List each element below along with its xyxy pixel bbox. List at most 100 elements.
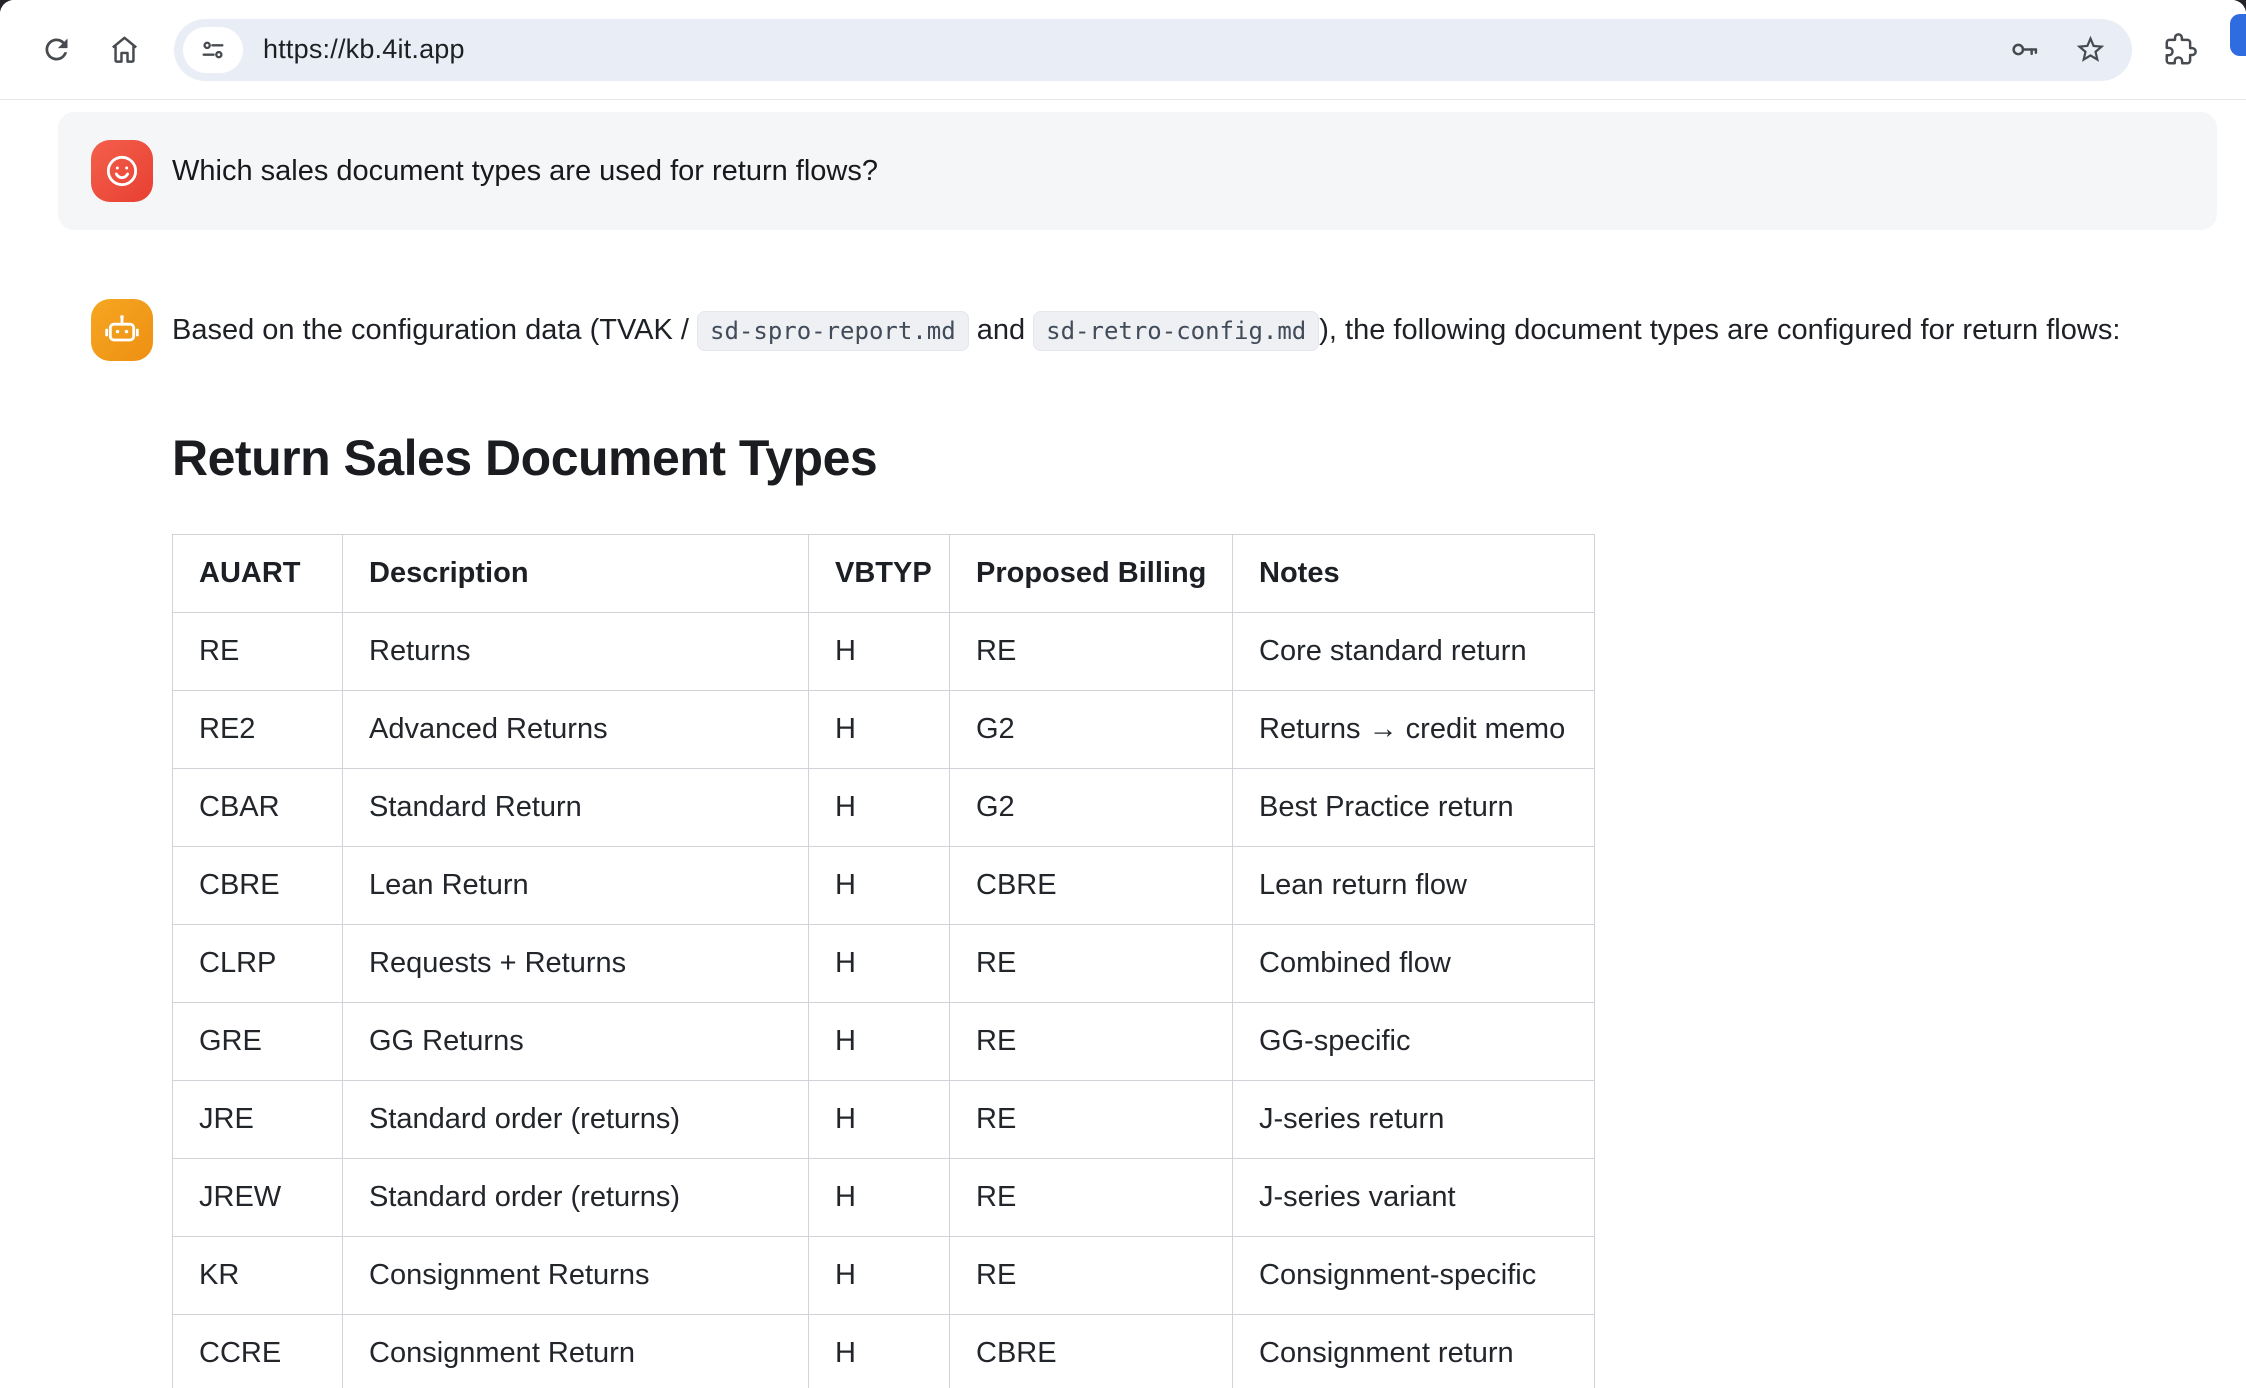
site-info-button[interactable]	[183, 27, 243, 73]
user-question-text: Which sales document types are used for …	[172, 155, 878, 188]
robot-icon	[102, 310, 142, 350]
table-cell: Best Practice return	[1233, 768, 1595, 846]
table-cell: Lean return flow	[1233, 846, 1595, 924]
table-cell: H	[809, 1002, 950, 1080]
table-cell: CBRE	[950, 846, 1233, 924]
table-row: CCREConsignment ReturnHCBREConsignment r…	[173, 1314, 1595, 1388]
home-button[interactable]	[98, 24, 150, 76]
table-cell: Consignment Returns	[343, 1236, 809, 1314]
table-cell: H	[809, 924, 950, 1002]
table-cell: Consignment-specific	[1233, 1236, 1595, 1314]
intro-text-after: ), the following document types are conf…	[1319, 314, 2120, 346]
assistant-intro-text: Based on the configuration data (TVAK / …	[172, 314, 2120, 347]
bookmark-button[interactable]	[2070, 30, 2110, 70]
table-cell: Core standard return	[1233, 612, 1595, 690]
return-doc-types-table: AUARTDescriptionVBTYPProposed BillingNot…	[172, 534, 1595, 1388]
table-cell: Returns → credit memo	[1233, 690, 1595, 768]
assistant-avatar	[91, 299, 153, 361]
table-cell: GG-specific	[1233, 1002, 1595, 1080]
table-cell: H	[809, 846, 950, 924]
table-row: CBRELean ReturnHCBRELean return flow	[173, 846, 1595, 924]
browser-window: https://kb.4it.app	[0, 0, 2246, 1388]
column-header: Description	[343, 534, 809, 612]
table-cell: RE2	[173, 690, 343, 768]
table-cell: H	[809, 1314, 950, 1388]
table-cell: J-series variant	[1233, 1158, 1595, 1236]
table-cell: RE	[950, 1236, 1233, 1314]
smiley-face-icon	[102, 151, 142, 191]
table-cell: H	[809, 612, 950, 690]
table-cell: Lean Return	[343, 846, 809, 924]
assistant-message: Based on the configuration data (TVAK / …	[58, 299, 2217, 1388]
table-cell: J-series return	[1233, 1080, 1595, 1158]
table-cell: CBAR	[173, 768, 343, 846]
table-cell: Advanced Returns	[343, 690, 809, 768]
address-bar[interactable]: https://kb.4it.app	[174, 19, 2132, 81]
table-cell: H	[809, 768, 950, 846]
table-row: KRConsignment ReturnsHREConsignment-spec…	[173, 1236, 1595, 1314]
table-cell: RE	[950, 924, 1233, 1002]
code-chip-spro-report: sd-spro-report.md	[697, 311, 969, 351]
table-body: REReturnsHRECore standard returnRE2Advan…	[173, 612, 1595, 1388]
site-info-icon	[199, 36, 227, 64]
profile-badge[interactable]	[2230, 14, 2246, 56]
table-row: CLRPRequests + ReturnsHRECombined flow	[173, 924, 1595, 1002]
table-cell: H	[809, 690, 950, 768]
table-row: JREStandard order (returns)HREJ-series r…	[173, 1080, 1595, 1158]
extensions-button[interactable]	[2154, 24, 2206, 76]
table-cell: Consignment Return	[343, 1314, 809, 1388]
column-header: AUART	[173, 534, 343, 612]
password-manager-button[interactable]	[2004, 30, 2044, 70]
table-cell: Standard Return	[343, 768, 809, 846]
table-cell: H	[809, 1080, 950, 1158]
url-text: https://kb.4it.app	[263, 34, 2004, 65]
assistant-message-body: Return Sales Document Types AUARTDescrip…	[58, 430, 2217, 1388]
table-row: REReturnsHRECore standard return	[173, 612, 1595, 690]
table-cell: Combined flow	[1233, 924, 1595, 1002]
table-cell: Consignment return	[1233, 1314, 1595, 1388]
table-cell: GG Returns	[343, 1002, 809, 1080]
reload-icon	[40, 33, 73, 66]
reload-button[interactable]	[30, 24, 82, 76]
home-icon	[108, 33, 141, 66]
table-row: CBARStandard ReturnHG2Best Practice retu…	[173, 768, 1595, 846]
table-cell: RE	[950, 1158, 1233, 1236]
user-avatar	[91, 140, 153, 202]
table-cell: JREW	[173, 1158, 343, 1236]
code-chip-retro-config: sd-retro-config.md	[1033, 311, 1319, 351]
table-cell: KR	[173, 1236, 343, 1314]
table-row: RE2Advanced ReturnsHG2Returns → credit m…	[173, 690, 1595, 768]
key-icon	[2008, 33, 2041, 66]
browser-toolbar: https://kb.4it.app	[0, 0, 2246, 100]
column-header: Notes	[1233, 534, 1595, 612]
table-header-row: AUARTDescriptionVBTYPProposed BillingNot…	[173, 534, 1595, 612]
table-cell: Standard order (returns)	[343, 1158, 809, 1236]
table-cell: GRE	[173, 1002, 343, 1080]
page-title: Return Sales Document Types	[172, 430, 2217, 488]
table-cell: H	[809, 1158, 950, 1236]
table-cell: RE	[950, 1080, 1233, 1158]
column-header: Proposed Billing	[950, 534, 1233, 612]
table-cell: CLRP	[173, 924, 343, 1002]
star-icon	[2074, 33, 2107, 66]
table-cell: Standard order (returns)	[343, 1080, 809, 1158]
intro-text-middle: and	[969, 314, 1034, 346]
table-cell: RE	[950, 612, 1233, 690]
column-header: VBTYP	[809, 534, 950, 612]
table-cell: RE	[173, 612, 343, 690]
intro-text-before: Based on the configuration data (TVAK /	[172, 314, 697, 346]
table-cell: CBRE	[950, 1314, 1233, 1388]
table-cell: Returns	[343, 612, 809, 690]
assistant-message-head: Based on the configuration data (TVAK / …	[58, 299, 2217, 361]
table-row: GREGG ReturnsHREGG-specific	[173, 1002, 1595, 1080]
user-message: Which sales document types are used for …	[58, 112, 2217, 230]
table-cell: JRE	[173, 1080, 343, 1158]
table-cell: CBRE	[173, 846, 343, 924]
omnibox-actions	[2004, 30, 2110, 70]
table-cell: Requests + Returns	[343, 924, 809, 1002]
table-cell: CCRE	[173, 1314, 343, 1388]
chat-page: Which sales document types are used for …	[0, 100, 2246, 1388]
table-cell: G2	[950, 690, 1233, 768]
table-cell: RE	[950, 1002, 1233, 1080]
extensions-icon	[2164, 33, 2197, 66]
